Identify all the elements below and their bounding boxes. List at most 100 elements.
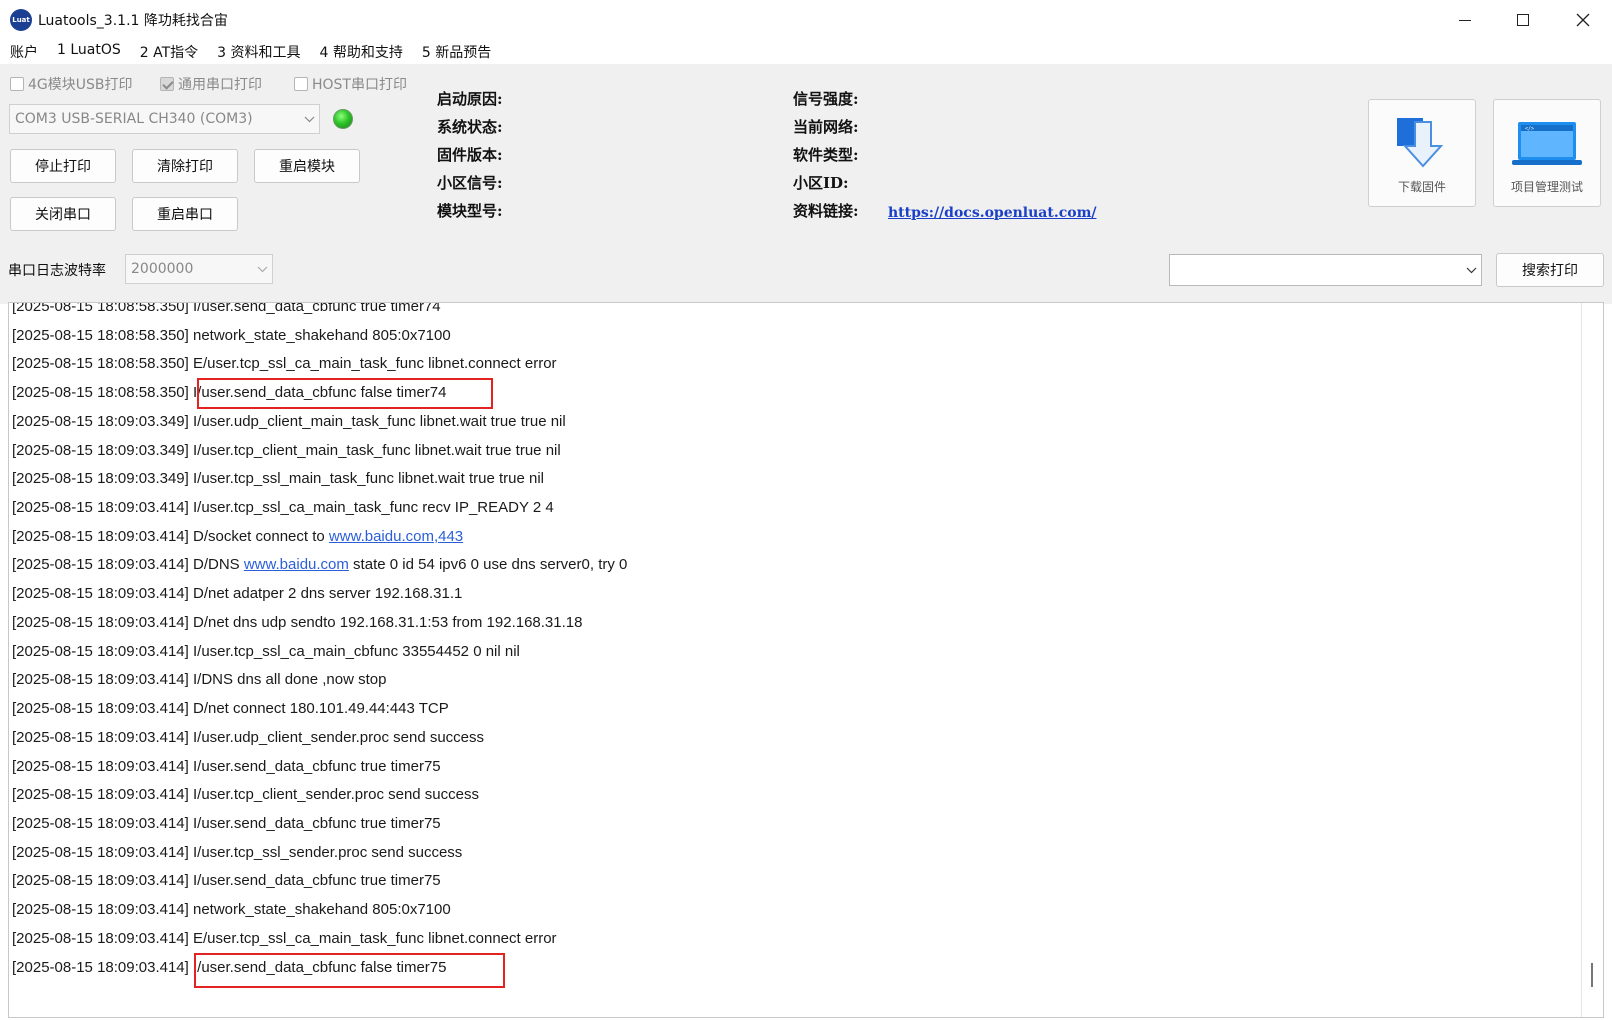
log-message: I/user.tcp_ssl_sender.proc send success (193, 843, 463, 861)
log-message: I/user.tcp_client_main_task_func libnet.… (193, 441, 561, 459)
search-print-button[interactable]: 搜索打印 (1496, 253, 1604, 287)
log-line: [2025-08-15 18:08:58.350] network_state_… (12, 322, 627, 351)
boot-reason-label: 启动原因: (437, 90, 503, 108)
log-timestamp: [2025-08-15 18:09:03.414] (12, 585, 189, 603)
log-message: I/user.udp_client_sender.proc send succe… (193, 728, 485, 746)
log-message: I/user.send_data_cbfunc true timer75 (193, 757, 441, 775)
log-message: network_state_shakehand 805:0x7100 (193, 901, 451, 919)
download-firmware-label: 下载固件 (1397, 180, 1446, 194)
log-timestamp: [2025-08-15 18:08:58.350] (12, 326, 189, 344)
log-timestamp: [2025-08-15 18:09:03.349] (12, 470, 189, 488)
window-title: Luatools_3.1.1 降功耗找合宙 (38, 13, 228, 29)
log-timestamp: [2025-08-15 18:09:03.414] (12, 556, 189, 574)
app-logo-icon: Luat (10, 9, 32, 31)
restart-module-button[interactable]: 重启模块 (254, 149, 360, 183)
log-line: [2025-08-15 18:09:03.414] I/user.tcp_ssl… (12, 638, 627, 667)
menu-help-support[interactable]: 4 帮助和支持 (310, 40, 412, 64)
menu-luatos[interactable]: 1 LuatOS (47, 40, 130, 64)
menu-new-products[interactable]: 5 新品预告 (412, 40, 500, 64)
highlight-box-timer74 (197, 378, 493, 409)
restart-port-button[interactable]: 重启串口 (132, 197, 238, 231)
log-line: [2025-08-15 18:09:03.414] I/user.send_da… (12, 753, 627, 782)
cell-signal-label: 小区信号: (437, 174, 503, 192)
usb-print-checkbox[interactable]: 4G模块USB打印 (10, 74, 133, 94)
log-line: [2025-08-15 18:09:03.414] D/socket conne… (12, 523, 627, 552)
log-message: I/DNS dns all done ,now stop (193, 671, 387, 689)
search-select[interactable] (1169, 254, 1482, 286)
log-timestamp: [2025-08-15 18:09:03.414] (12, 613, 189, 631)
log-line: [2025-08-15 18:09:03.414] I/user.tcp_cli… (12, 781, 627, 810)
maximize-button[interactable] (1494, 0, 1552, 40)
log-message: D/net connect 180.101.49.44:443 TCP (193, 700, 449, 718)
cell-id-label: 小区ID: (793, 174, 849, 192)
log-line: [2025-08-15 18:09:03.349] I/user.tcp_ssl… (12, 465, 627, 494)
menu-at-commands[interactable]: 2 AT指令 (130, 40, 207, 64)
log-timestamp: [2025-08-15 18:09:03.414] (12, 901, 189, 919)
project-test-button[interactable]: </> 项目管理测试 (1493, 99, 1601, 207)
checkbox-label: 4G模块USB打印 (28, 77, 133, 93)
log-link[interactable]: www.baidu.com (244, 556, 349, 573)
baud-rate-select[interactable]: 2000000 (125, 254, 273, 284)
log-message: I/user.tcp_ssl_ca_main_cbfunc 33554452 0… (193, 642, 520, 660)
title-bar: Luat Luatools_3.1.1 降功耗找合宙 (0, 0, 1612, 40)
log-timestamp: [2025-08-15 18:08:58.350] (12, 384, 189, 402)
log-line: [2025-08-15 18:09:03.349] I/user.udp_cli… (12, 408, 627, 437)
software-type-label: 软件类型: (793, 146, 859, 164)
docs-link-label: 资料链接: (793, 202, 859, 220)
scrollbar-thumb[interactable] (1591, 963, 1593, 987)
log-line: [2025-08-15 18:09:03.414] I/DNS dns all … (12, 666, 627, 695)
host-print-checkbox[interactable]: HOST串口打印 (294, 74, 407, 94)
menu-account[interactable]: 账户 (0, 40, 47, 64)
log-line: [2025-08-15 18:08:58.350] I/user.send_da… (12, 302, 627, 322)
log-timestamp: [2025-08-15 18:09:03.414] (12, 929, 189, 947)
log-line: [2025-08-15 18:09:03.414] I/user.tcp_ssl… (12, 494, 627, 523)
log-line: [2025-08-15 18:09:03.414] D/net adatper … (12, 580, 627, 609)
log-message: D/socket connect to (193, 527, 329, 545)
stop-print-button[interactable]: 停止打印 (10, 149, 116, 183)
chevron-down-icon (299, 105, 319, 133)
log-timestamp: [2025-08-15 18:08:58.350] (12, 355, 189, 373)
clear-print-button[interactable]: 清除打印 (132, 149, 238, 183)
docs-link[interactable]: https://docs.openluat.com/ (888, 205, 1097, 221)
log-timestamp: [2025-08-15 18:08:58.350] (12, 302, 189, 315)
project-test-label: 项目管理测试 (1510, 180, 1583, 194)
log-message: network_state_shakehand 805:0x7100 (193, 326, 451, 344)
minimize-button[interactable] (1436, 0, 1494, 40)
close-button[interactable] (1554, 0, 1612, 40)
download-firmware-button[interactable]: 下载固件 (1368, 99, 1476, 207)
uart-print-checkbox[interactable]: 通用串口打印 (160, 74, 262, 94)
download-arrow-icon (1397, 118, 1444, 168)
checkbox-box (294, 77, 308, 91)
log-line: [2025-08-15 18:09:03.414] D/net dns udp … (12, 609, 627, 638)
port-status-led-icon (333, 109, 353, 129)
log-message: E/user.tcp_ssl_ca_main_task_func libnet.… (193, 355, 557, 373)
log-output[interactable]: [2025-08-15 18:08:58.350] I/user.send_da… (8, 302, 1604, 1018)
log-message: I/user.tcp_ssl_main_task_func libnet.wai… (193, 470, 545, 488)
log-timestamp: [2025-08-15 18:09:03.414] (12, 958, 189, 976)
menu-resources-tools[interactable]: 3 资料和工具 (207, 40, 309, 64)
log-link[interactable]: www.baidu.com,443 (329, 528, 463, 545)
close-port-button[interactable]: 关闭串口 (10, 197, 116, 231)
log-message: E/user.tcp_ssl_ca_main_task_func libnet.… (193, 929, 557, 947)
log-timestamp: [2025-08-15 18:09:03.414] (12, 757, 189, 775)
serial-port-select[interactable]: COM3 USB-SERIAL CH340 (COM3) (9, 104, 320, 134)
system-status-label: 系统状态: (437, 118, 503, 136)
current-network-label: 当前网络: (793, 118, 859, 136)
checkbox-box (10, 77, 24, 91)
checkbox-label: HOST串口打印 (312, 77, 407, 93)
signal-strength-label: 信号强度: (793, 90, 859, 108)
log-line: [2025-08-15 18:09:03.414] I/user.send_da… (12, 867, 627, 896)
log-message: I/user.send_data_cbfunc true timer74 (193, 302, 441, 315)
log-line: [2025-08-15 18:09:03.414] I/user.send_da… (12, 810, 627, 839)
log-timestamp: [2025-08-15 18:09:03.414] (12, 872, 189, 890)
firmware-version-label: 固件版本: (437, 146, 503, 164)
control-panel: 4G模块USB打印 通用串口打印 HOST串口打印 COM3 USB-SERIA… (0, 64, 1612, 304)
chevron-down-icon (252, 255, 272, 283)
log-message: D/DNS (193, 556, 244, 574)
log-timestamp: [2025-08-15 18:09:03.414] (12, 700, 189, 718)
log-message: I/user.udp_client_main_task_func libnet.… (193, 412, 566, 430)
log-message-tail: state 0 id 54 ipv6 0 use dns server0, tr… (348, 556, 628, 574)
log-timestamp: [2025-08-15 18:09:03.349] (12, 412, 189, 430)
log-scrollbar[interactable] (1581, 303, 1603, 1017)
serial-port-value: COM3 USB-SERIAL CH340 (COM3) (15, 111, 253, 127)
